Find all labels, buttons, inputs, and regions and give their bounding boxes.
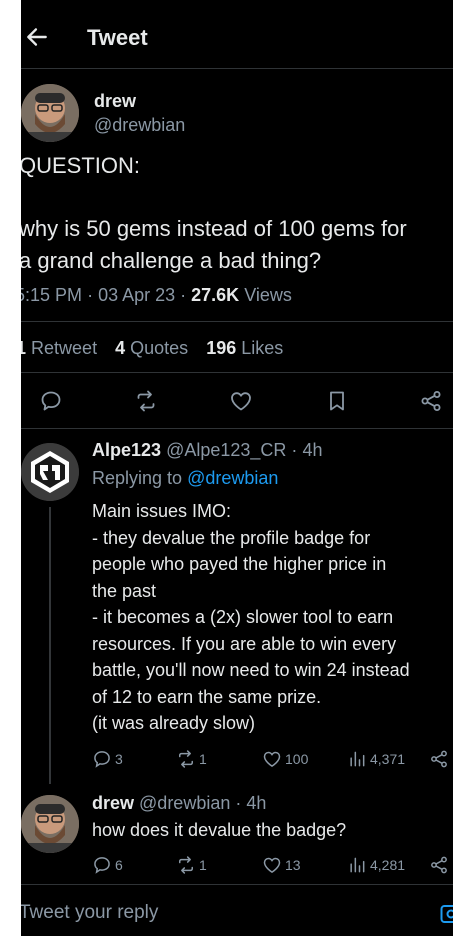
composer-divider xyxy=(21,884,453,885)
views-chart-icon xyxy=(350,857,365,873)
reply-view-count: 4,371 xyxy=(370,751,406,767)
tweet-text-line: QUESTION: xyxy=(21,153,141,178)
author-name[interactable]: drew xyxy=(94,91,136,112)
views-count: 27.6K xyxy=(191,285,240,305)
alpe-logo-icon xyxy=(21,443,79,501)
likes-stat[interactable]: 196 Likes xyxy=(206,338,283,358)
reply-text-line: - they devalue the profile badge for xyxy=(92,527,371,548)
heart-icon xyxy=(231,392,251,411)
avatar-image xyxy=(21,795,79,853)
retweets-stat[interactable]: 1 Retweet xyxy=(21,338,102,358)
tweet-time: 5:15 PM xyxy=(21,285,83,305)
comment-icon xyxy=(94,751,110,768)
reply-views-button[interactable]: 4,371 xyxy=(347,749,405,769)
reply-comment-button[interactable]: 3 xyxy=(92,749,123,769)
thread-line xyxy=(49,507,51,784)
reply-retweet-count: 1 xyxy=(199,857,207,873)
reply-button[interactable] xyxy=(39,389,63,413)
reply-retweet-count: 1 xyxy=(199,751,207,767)
share-button[interactable] xyxy=(419,389,443,413)
tweet-date: 03 Apr 23 xyxy=(98,285,176,305)
reply-text-line: of 12 to earn the same prize. xyxy=(92,686,322,707)
reply-comment-count: 6 xyxy=(115,857,123,873)
reply-header: drew @drewbian · 4h xyxy=(92,793,267,813)
header-divider xyxy=(21,68,453,69)
reply-retweet-button[interactable]: 1 xyxy=(176,749,207,769)
retweet-button[interactable] xyxy=(134,389,158,413)
back-button[interactable] xyxy=(24,24,50,50)
bookmark-button[interactable] xyxy=(325,389,349,413)
share-icon xyxy=(431,750,447,768)
retweet-icon xyxy=(179,750,193,768)
comment-icon xyxy=(94,857,110,874)
add-photo-button[interactable] xyxy=(439,902,453,926)
comment-icon xyxy=(41,391,61,411)
reply-views-button[interactable]: 4,281 xyxy=(347,855,405,875)
reply-input[interactable] xyxy=(21,895,419,931)
retweet-icon xyxy=(137,390,155,412)
reply-share-button[interactable] xyxy=(429,749,449,769)
reply-text-line: people who payed the higher price in xyxy=(92,554,387,574)
author-avatar[interactable] xyxy=(21,84,79,142)
reply-item[interactable]: Alpe123 @Alpe123_CR · 4h Replying to @dr… xyxy=(21,429,453,784)
reply-avatar[interactable] xyxy=(21,795,79,853)
page-title: Tweet xyxy=(87,25,148,50)
tweet-screen: Tweet drew @drewbian QUESTION: why is 50… xyxy=(21,0,453,936)
reply-like-button[interactable]: 100 xyxy=(262,749,308,769)
reply-text-line: - it becomes a (2x) slower tool to earn xyxy=(92,607,394,627)
tweet-stats: 1 Retweet 4 Quotes 196 Likes xyxy=(21,338,283,359)
replying-to: Replying to @drewbian xyxy=(92,468,279,488)
reply-like-count: 100 xyxy=(285,751,309,767)
reply-comment-button[interactable]: 6 xyxy=(92,855,123,875)
views-chart-icon xyxy=(350,751,365,767)
reply-view-count: 4,281 xyxy=(370,857,406,873)
tweet-text-line: a grand challenge a bad thing? xyxy=(21,248,322,273)
reply-author-handle[interactable]: @Alpe123_CR xyxy=(166,440,286,460)
reply-text-line: battle, you'll now need to win 24 instea… xyxy=(92,660,410,680)
reply-text-line: how does it devalue the badge? xyxy=(92,820,347,840)
retweet-icon xyxy=(179,856,193,874)
reply-comment-count: 3 xyxy=(115,751,123,767)
camera-icon xyxy=(440,905,453,923)
avatar-image xyxy=(21,84,79,142)
reply-share-button[interactable] xyxy=(429,855,449,875)
reply-like-button[interactable]: 13 xyxy=(262,855,301,875)
author-handle[interactable]: @drewbian xyxy=(94,115,185,136)
quotes-stat[interactable]: 4 Quotes xyxy=(115,338,193,358)
heart-icon xyxy=(263,751,281,767)
reply-header: Alpe123 @Alpe123_CR · 4h xyxy=(92,440,323,460)
reply-item[interactable]: drew @drewbian · 4h how does it devalue … xyxy=(21,784,453,884)
stats-divider xyxy=(21,372,453,373)
like-button[interactable] xyxy=(229,389,253,413)
views-label: Views xyxy=(244,285,292,305)
reply-like-count: 13 xyxy=(285,857,301,873)
heart-icon xyxy=(263,857,281,873)
reply-author-name[interactable]: drew xyxy=(92,793,134,813)
back-arrow-icon xyxy=(27,28,47,46)
reply-author-handle[interactable]: @drewbian xyxy=(139,793,230,813)
share-icon xyxy=(431,856,447,874)
reply-text-line: Main issues IMO: xyxy=(92,501,232,521)
reply-text-line: (it was already slow) xyxy=(92,713,256,733)
reply-time: 4h xyxy=(246,793,267,813)
reply-text-line: the past xyxy=(92,580,157,601)
reply-author-name[interactable]: Alpe123 xyxy=(92,440,161,460)
bookmark-icon xyxy=(330,391,344,411)
tweet-text-line: why is 50 gems instead of 100 gems for xyxy=(21,216,407,241)
reply-body: Main issues IMO: - they devalue the prof… xyxy=(92,498,410,737)
reply-retweet-button[interactable]: 1 xyxy=(176,855,207,875)
replying-to-link[interactable]: @drewbian xyxy=(187,468,278,488)
reply-time: 4h xyxy=(302,440,323,460)
tweet-meta: 5:15 PM · 03 Apr 23 · 27.6K Views xyxy=(21,285,292,306)
share-icon xyxy=(421,391,441,411)
reply-text-line: resources. If you are able to win every xyxy=(92,633,397,654)
meta-divider xyxy=(21,321,453,322)
reply-avatar[interactable] xyxy=(21,443,79,501)
